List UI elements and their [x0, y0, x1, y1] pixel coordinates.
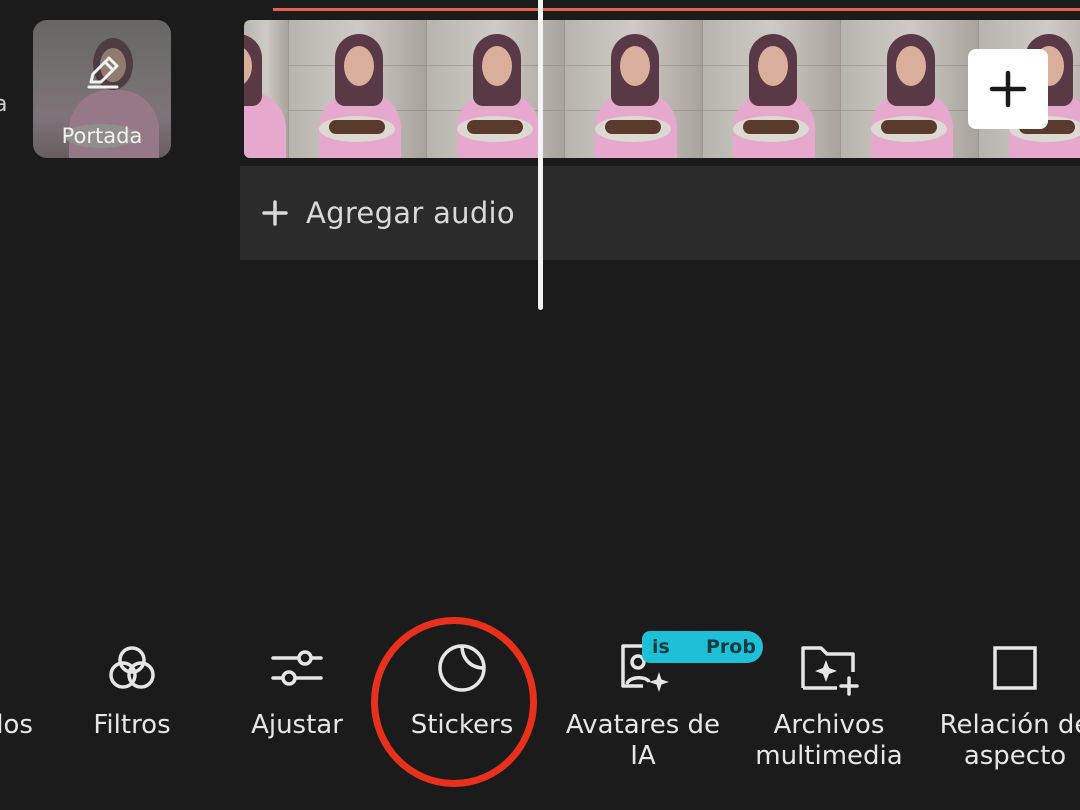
- media-folder-icon: [801, 646, 859, 696]
- sliders-icon: [271, 650, 323, 686]
- tool-filters[interactable]: Filtros: [80, 640, 184, 741]
- video-clip-filmstrip[interactable]: [244, 20, 1080, 158]
- tool-label: Relación de aspecto: [939, 710, 1080, 771]
- edge-cut-text: a: [0, 92, 8, 117]
- add-audio-label[interactable]: Agregar audio: [306, 196, 515, 230]
- tool-label: dos: [0, 710, 33, 740]
- tool-aspect-ratio[interactable]: Relación de aspecto: [930, 640, 1080, 772]
- timeline-progress-line: [273, 8, 1080, 11]
- plus-icon: [262, 200, 288, 226]
- add-clip-button[interactable]: [968, 49, 1048, 129]
- tool-label: Stickers: [410, 710, 514, 740]
- clip-frame: [841, 20, 979, 158]
- sticker-icon: [438, 644, 486, 692]
- tool-label: Archivos multimedia: [755, 710, 903, 771]
- tool-label: Avatares de IA: [565, 710, 721, 771]
- tool-stickers[interactable]: Stickers: [402, 640, 522, 741]
- tool-adjust[interactable]: Ajustar: [244, 640, 350, 741]
- pro-badge: is Prob: [642, 631, 763, 663]
- pencil-icon: [87, 56, 119, 89]
- clip-frame: [244, 20, 289, 158]
- clip-frame: [703, 20, 841, 158]
- plus-icon: [989, 70, 1027, 108]
- video-editor-screen: a Portada Agregar audio os Filtros Ajust…: [0, 0, 1080, 810]
- tool-label: Ajustar: [251, 710, 343, 740]
- tool-label: Filtros: [93, 710, 171, 740]
- cover-thumbnail-button[interactable]: Portada: [33, 20, 171, 158]
- tool-partial[interactable]: dos: [0, 640, 40, 741]
- cover-label: Portada: [61, 124, 143, 148]
- tool-media-files[interactable]: Archivos multimedia: [744, 640, 914, 772]
- filters-icon: [109, 646, 155, 689]
- playhead[interactable]: [538, 0, 543, 310]
- bottom-toolbar: dos Filtros Ajustar Stickers: [0, 640, 1080, 810]
- clip-frame: [289, 20, 427, 158]
- clip-frame: [565, 20, 703, 158]
- aspect-ratio-icon: [993, 646, 1037, 690]
- clip-frame: [427, 20, 565, 158]
